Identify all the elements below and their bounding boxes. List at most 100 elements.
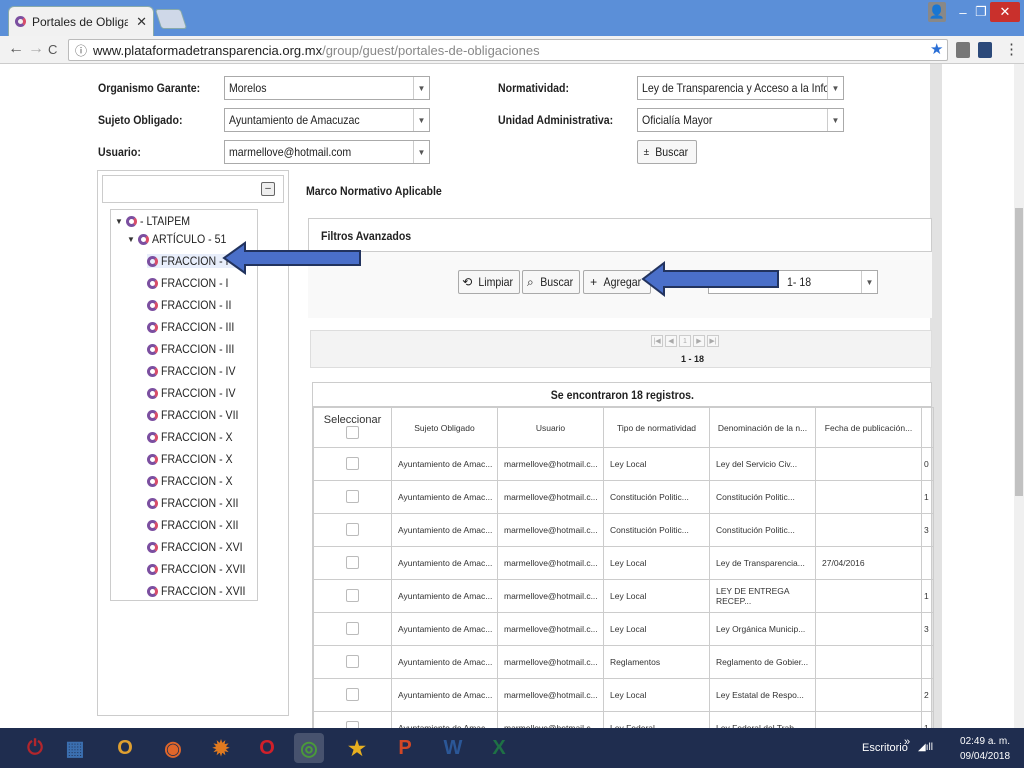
extension-icon[interactable] [956,42,970,58]
tree-item-fraccion[interactable]: FRACCION - II [147,298,241,312]
pager-button[interactable]: ▶| [707,335,719,347]
tree-root[interactable]: ▼ - LTAIPEM [115,214,197,228]
forward-icon[interactable]: → [28,40,44,58]
table-row[interactable]: Ayuntamiento de Amac...marmellove@hotmai… [313,579,934,613]
row-checkbox[interactable] [346,489,359,503]
table-row[interactable]: Ayuntamiento de Amac...marmellove@hotmai… [313,612,934,646]
sujeto-select[interactable]: Ayuntamiento de Amacuzac ▼ [224,108,430,132]
back-icon[interactable]: ← [8,40,24,58]
settings-icon[interactable]: ✹ [206,733,236,763]
power-icon[interactable]: ⏻ [20,733,50,763]
select-all-checkbox[interactable] [346,426,359,439]
star-app-icon[interactable]: ★ [342,733,372,763]
row-checkbox[interactable] [346,621,359,635]
tree-item-fraccion[interactable]: FRACCION - XII [147,518,249,532]
outlook-icon[interactable]: O [110,733,140,763]
column-header[interactable]: Denominación de la n... [709,407,816,448]
pager-button[interactable]: ▶ [693,335,705,347]
powerpoint-icon[interactable]: P [390,733,420,763]
browser-menu-icon[interactable]: ⋮ [1004,40,1019,58]
tab-close-icon[interactable]: ✕ [136,14,147,30]
network-signal-icon[interactable]: ◢ıll [918,742,933,753]
cell-extra: 2 [921,678,934,712]
opera-icon[interactable]: O [252,733,282,763]
system-clock[interactable]: 02:49 a. m. 09/04/2018 [960,734,1010,764]
restore-button[interactable]: ❐ [970,2,992,22]
row-checkbox[interactable] [346,588,359,602]
organismo-select[interactable]: Morelos ▼ [224,76,430,100]
column-header[interactable]: Usuario [497,407,604,448]
limpiar-button[interactable]: ⟲ Limpiar [458,270,520,294]
url-input[interactable]: ⓘ www.plataformadetransparencia.org.mx /… [68,39,948,61]
tree-item-fraccion[interactable]: FRACCION - IV [147,386,246,400]
close-window-button[interactable]: ✕ [990,2,1020,22]
tree-item-fraccion[interactable]: FRACCION - XVII [147,584,257,598]
chevron-icon[interactable]: » [904,736,910,748]
firefox-icon[interactable]: ◉ [158,733,188,763]
tree-item-fraccion[interactable]: FRACCION - X [147,474,242,488]
tree-item-fraccion[interactable]: FRACCION - I [147,276,238,290]
cell-extra [921,645,934,679]
tree-item-fraccion[interactable]: FRACCION - III [147,320,244,334]
caret-down-icon[interactable]: ▼ [127,235,135,244]
unidad-select[interactable]: Oficialía Mayor ▼ [637,108,844,132]
tree-item-fraccion[interactable]: FRACCION - XII [147,496,249,510]
table-row[interactable]: Ayuntamiento de Amac...marmellove@hotmai… [313,645,934,679]
tree-item-fraccion[interactable]: FRACCION - X [147,430,242,444]
table-row[interactable]: Ayuntamiento de Amac...marmellove@hotmai… [313,480,934,514]
excel-icon[interactable]: X [484,733,514,763]
cell-denominacion: Ley de Transparencia... [709,546,816,580]
column-header[interactable]: Sujeto Obligado [391,407,498,448]
chrome-icon[interactable]: ◎ [294,733,324,763]
new-tab-button[interactable] [154,9,188,29]
reload-icon[interactable]: C [48,42,57,57]
range-select[interactable]: 1- 18 ▼ [708,270,878,294]
info-icon[interactable]: ⓘ [75,42,87,59]
tree-item-fraccion[interactable]: FRACCION - XVI [147,540,254,554]
tree-item-label: FRACCION - I [161,276,229,290]
cell-fecha: 27/04/2016 [815,546,922,580]
extension-check-icon[interactable] [978,42,992,58]
table-row[interactable]: Ayuntamiento de Amac...marmellove@hotmai… [313,678,934,712]
calculator-icon[interactable]: ▦ [60,733,90,763]
buscar-button[interactable]: ⌕ Buscar [522,270,580,294]
tree-item-fraccion[interactable]: FRACCION - X [147,452,242,466]
browser-tab[interactable]: Portales de Obligaciones ✕ [8,6,154,36]
row-checkbox[interactable] [346,456,359,470]
table-row[interactable]: Ayuntamiento de Amac...marmellove@hotmai… [313,546,934,580]
tree-item-fraccion[interactable]: FRACCION - VII [147,408,249,422]
marco-normativo-title: Marco Normativo Aplicable [306,184,442,198]
tree-item-fraccion[interactable]: FRACCION - I [147,254,238,268]
buscar-filter-button[interactable]: ± Buscar [637,140,697,164]
tree-article[interactable]: ▼ ARTÍCULO - 51 [127,232,236,246]
row-checkbox[interactable] [346,522,359,536]
pager-button[interactable]: |◀ [651,335,663,347]
agregar-button[interactable]: + Agregar [583,270,651,294]
select-cell [313,645,392,679]
table-row[interactable]: Ayuntamiento de Amac...marmellove@hotmai… [313,447,934,481]
usuario-select[interactable]: marmellove@hotmail.com ▼ [224,140,430,164]
grid-caption: Se encontraron 18 registros. [313,383,931,407]
column-header[interactable]: Fecha de publicación... [815,407,922,448]
user-profile-icon[interactable]: 👤 [928,2,946,22]
pager-button[interactable]: 1 [679,335,691,347]
escritorio-label[interactable]: Escritorio [862,742,908,754]
caret-down-icon[interactable]: ▼ [115,217,123,226]
pager-button[interactable]: ◀ [665,335,677,347]
row-checkbox[interactable] [346,654,359,668]
word-icon[interactable]: W [438,733,468,763]
normatividad-select[interactable]: Ley de Transparencia y Acceso a la Infor… [637,76,844,100]
column-header[interactable]: Tipo de normatividad [603,407,710,448]
table-row[interactable]: Ayuntamiento de Amac...marmellove@hotmai… [313,513,934,547]
collapse-icon[interactable]: – [261,182,275,196]
scrollbar-thumb[interactable] [1015,208,1023,496]
row-checkbox[interactable] [346,555,359,569]
tree-item-fraccion[interactable]: FRACCION - IV [147,364,246,378]
tree-item-fraccion[interactable]: FRACCION - XVII [147,562,257,576]
filtros-avanzados-bar[interactable]: Filtros Avanzados [308,218,932,252]
select-cell [313,513,392,547]
tree-item-fraccion[interactable]: FRACCION - III [147,342,244,356]
row-checkbox[interactable] [346,687,359,701]
cell-extra [921,546,934,580]
bookmark-star-icon[interactable]: ★ [930,40,943,58]
